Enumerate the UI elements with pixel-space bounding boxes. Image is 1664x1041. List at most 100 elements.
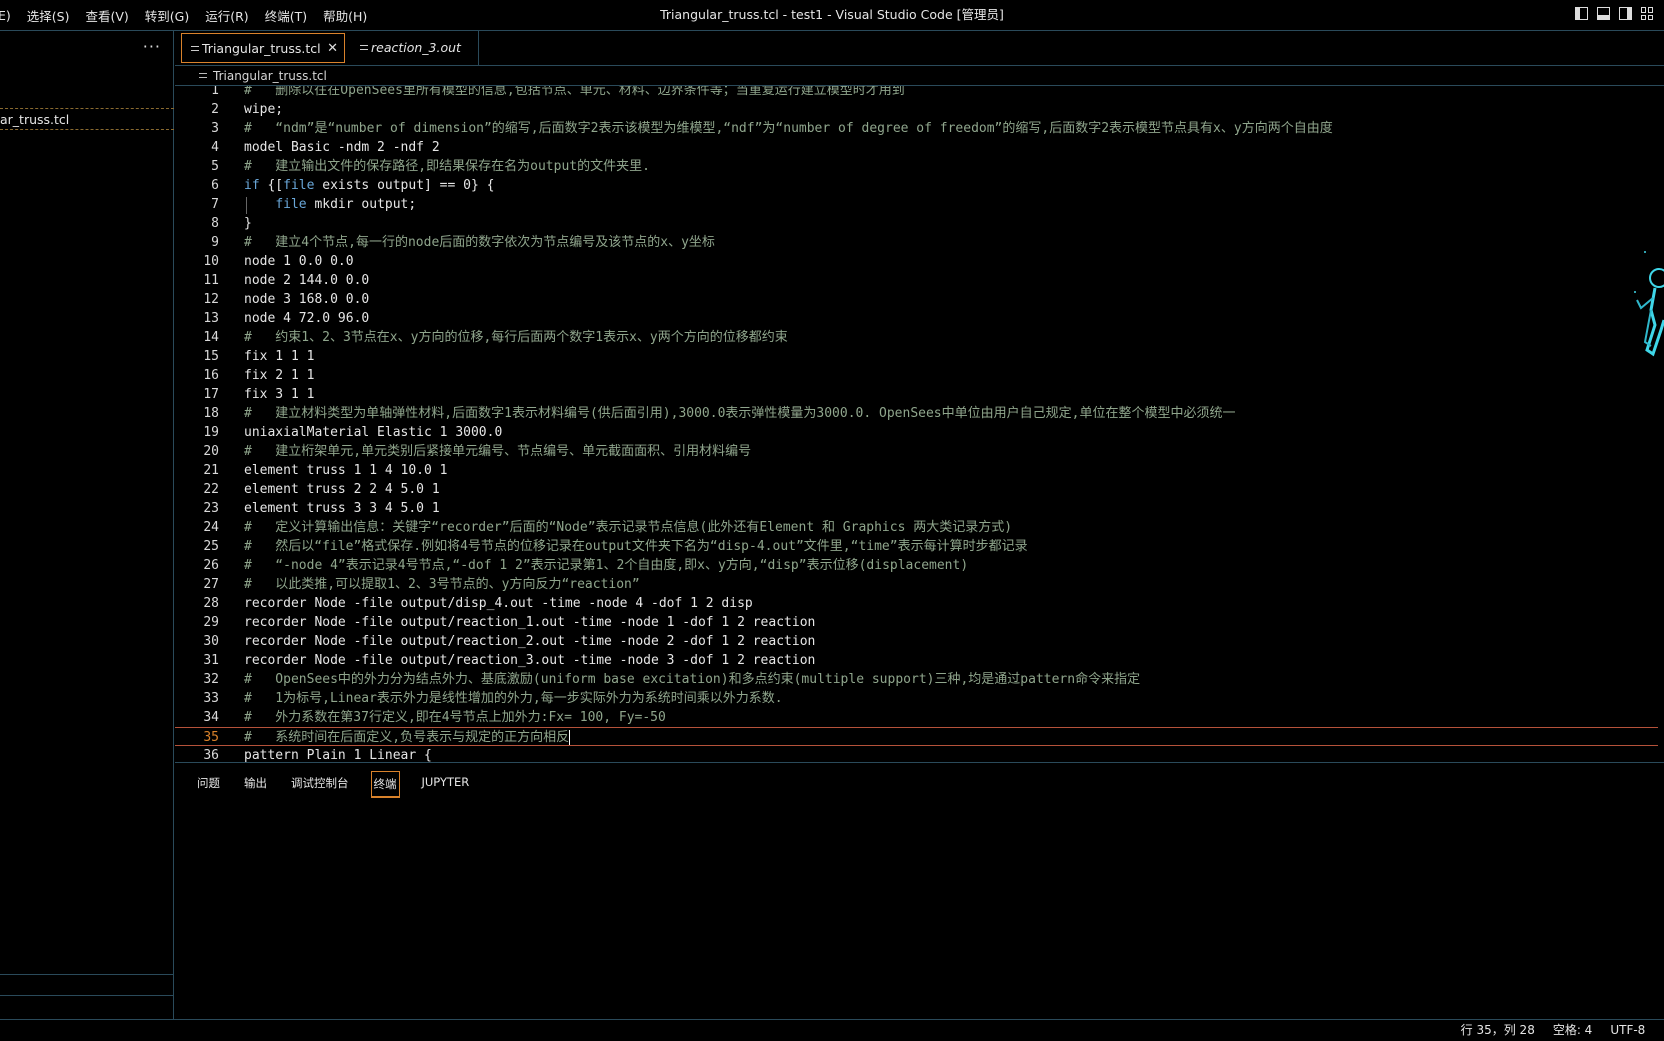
code-text: node 1 0.0 0.0 (244, 254, 354, 269)
code-editor[interactable]: 1 # 删除以往在OpenSees里所有模型的信息,包括节点、单元、材料、边界条件… (175, 86, 1664, 762)
code-line[interactable]: 7 file mkdir output; (175, 195, 1664, 214)
code-line[interactable]: 20 # 建立桁架单元,单元类别后紧接单元编号、节点编号、单元截面面积、引用材料编… (175, 442, 1664, 461)
line-number: 28 (203, 596, 219, 611)
code-line[interactable]: 6 if {[file exists output] == 0} { (175, 176, 1664, 195)
code-text: element truss 2 2 4 5.0 1 (244, 482, 440, 497)
code-line[interactable]: 9 # 建立4个节点,每一行的node后面的数字依次为节点编号及该节点的x、y坐标 (175, 233, 1664, 252)
code-line[interactable]: 15 fix 1 1 1 (175, 347, 1664, 366)
background-character-decoration (1634, 251, 1664, 357)
code-line[interactable]: 36 pattern Plain 1 Linear { (175, 746, 1664, 762)
tab-terminal[interactable]: 终端 (370, 771, 400, 798)
code-text: # 系统时间在后面定义,负号表示与规定的正方向相反 (244, 730, 571, 745)
customize-layout-icon[interactable] (1641, 7, 1654, 20)
line-number: 24 (203, 520, 219, 535)
tab-reaction-3[interactable]: reaction_3.out (351, 31, 479, 65)
menu-go[interactable]: 转到(G) (137, 6, 197, 25)
code-text: # 以此类推,可以提取1、2、3号节点的、y方向反力“reaction” (244, 577, 640, 592)
toggle-primary-sidebar-icon[interactable] (1575, 7, 1588, 20)
code-line[interactable]: 24 # 定义计算输出信息：关键字“recorder”后面的“Node”表示记录节… (175, 518, 1664, 537)
code-text: # 1为标号,Linear表示外力是线性增加的外力,每一步实际外力为系统时间乘以… (244, 691, 783, 706)
code-line[interactable]: 27 # 以此类推,可以提取1、2、3号节点的、y方向反力“reaction” (175, 575, 1664, 594)
line-number: 27 (203, 577, 219, 592)
line-number: 6 (211, 178, 219, 193)
line-number: 36 (203, 748, 219, 762)
layout-controls (1575, 7, 1654, 20)
breadcrumb[interactable]: Triangular_truss.tcl (175, 66, 1664, 86)
code-line[interactable]: 8} (175, 214, 1664, 233)
code-line[interactable]: 25 # 然后以“file”格式保存.例如将4号节点的位移记录在output文件夹… (175, 537, 1664, 556)
code-line[interactable]: 31 recorder Node -file output/reaction_3.… (175, 651, 1664, 670)
code-text: # 建立材料类型为单轴弹性材料,后面数字1表示材料编号(供后面引用),3000.… (244, 406, 1236, 421)
line-number: 12 (203, 292, 219, 307)
code-line[interactable]: 14 # 约束1、2、3节点在x、y方向的位移,每行后面两个数字1表示x、y两个方… (175, 328, 1664, 347)
code-line[interactable]: 29 recorder Node -file output/reaction_1.… (175, 613, 1664, 632)
code-line[interactable]: 33 # 1为标号,Linear表示外力是线性增加的外力,每一步实际外力为系统时间… (175, 689, 1664, 708)
text-cursor (569, 730, 571, 745)
code-line[interactable]: 28 recorder Node -file output/disp_4.out … (175, 594, 1664, 613)
code-text: # 外力系数在第37行定义,即在4号节点上加外力:Fx= 100, Fy=-50 (244, 710, 666, 725)
menu-selection[interactable]: 选择(S) (19, 6, 78, 25)
code-line[interactable]: 21 element truss 1 1 4 10.0 1 (175, 461, 1664, 480)
toggle-panel-icon[interactable] (1597, 7, 1610, 20)
code-text: fix 3 1 1 (244, 387, 315, 402)
tab-label: reaction_3.out (371, 40, 461, 55)
code-text: # 建立输出文件的保存路径,即结果保存在名为output的文件夹里. (244, 159, 650, 174)
line-number: 20 (203, 444, 219, 459)
line-number: 19 (203, 425, 219, 440)
breadcrumb-file[interactable]: Triangular_truss.tcl (199, 69, 327, 83)
code-text: # “ndm”是“number of dimension”的缩写,后面数字2表示… (244, 121, 1333, 136)
code-text: # 然后以“file”格式保存.例如将4号节点的位移记录在output文件夹下名… (244, 539, 1028, 554)
tab-jupyter[interactable]: JUPYTER (420, 771, 472, 798)
line-number: 18 (203, 406, 219, 421)
code-line[interactable]: 32 # OpenSees中的外力分为结点外力、基底激励(uniform base… (175, 670, 1664, 689)
tab-triangular-truss[interactable]: Triangular_truss.tcl ✕ (181, 33, 345, 63)
code-text: fix 2 1 1 (244, 368, 315, 383)
menu-help[interactable]: 帮助(H) (315, 6, 375, 25)
toggle-secondary-sidebar-icon[interactable] (1619, 7, 1632, 20)
line-number: 1 (211, 86, 219, 98)
line-number: 9 (211, 235, 219, 250)
code-line[interactable]: 1 # 删除以往在OpenSees里所有模型的信息,包括节点、单元、材料、边界条件… (175, 86, 1664, 100)
line-number: 21 (203, 463, 219, 478)
code-line[interactable]: 18 # 建立材料类型为单轴弹性材料,后面数字1表示材料编号(供后面引用),300… (175, 404, 1664, 423)
code-line[interactable]: 2 wipe; (175, 100, 1664, 119)
tab-debug-console[interactable]: 调试控制台 (289, 771, 351, 798)
code-line[interactable]: 30 recorder Node -file output/reaction_2.… (175, 632, 1664, 651)
file-icon (191, 45, 199, 53)
code-text: # 约束1、2、3节点在x、y方向的位移,每行后面两个数字1表示x、y两个方向的… (244, 330, 788, 345)
menu-terminal[interactable]: 终端(T) (257, 6, 315, 25)
menu-edit[interactable]: E) (0, 8, 19, 23)
indentation[interactable]: 空格: 4 (1553, 1020, 1593, 1041)
code-line[interactable]: 12 node 3 168.0 0.0 (175, 290, 1664, 309)
code-line[interactable]: 17 fix 3 1 1 (175, 385, 1664, 404)
menu-view[interactable]: 查看(V) (77, 6, 136, 25)
line-number: 30 (203, 634, 219, 649)
tab-output[interactable]: 输出 (242, 771, 269, 798)
code-line[interactable]: 26 # “-node 4”表示记录4号节点,“-dof 1 2”表示记录第1、2… (175, 556, 1664, 575)
code-line[interactable]: 16 fix 2 1 1 (175, 366, 1664, 385)
code-text: # 建立桁架单元,单元类别后紧接单元编号、节点编号、单元截面面积、引用材料编号 (244, 444, 752, 459)
code-line[interactable]: 13 node 4 72.0 96.0 (175, 309, 1664, 328)
code-text: # 删除以往在OpenSees里所有模型的信息,包括节点、单元、材料、边界条件等… (244, 86, 905, 98)
code-line[interactable]: 4 model Basic -ndm 2 -ndf 2 (175, 138, 1664, 157)
line-number: 31 (203, 653, 219, 668)
code-line[interactable]: 11 node 2 144.0 0.0 (175, 271, 1664, 290)
code-line[interactable]: 35 # 系统时间在后面定义,负号表示与规定的正方向相反 (175, 727, 1658, 746)
code-line[interactable]: 34 # 外力系数在第37行定义,即在4号节点上加外力:Fx= 100, Fy=-… (175, 708, 1664, 727)
tab-problems[interactable]: 问题 (195, 771, 222, 798)
explorer-file-item[interactable]: ar_truss.tcl (0, 108, 174, 130)
menu-run[interactable]: 运行(R) (197, 6, 256, 25)
code-line[interactable]: 22 element truss 2 2 4 5.0 1 (175, 480, 1664, 499)
code-line[interactable]: 3 # “ndm”是“number of dimension”的缩写,后面数字2表… (175, 119, 1664, 138)
code-line[interactable]: 5 # 建立输出文件的保存路径,即结果保存在名为output的文件夹里. (175, 157, 1664, 176)
close-icon[interactable]: ✕ (327, 34, 338, 64)
line-number: 3 (211, 121, 219, 136)
code-line[interactable]: 19 uniaxialMaterial Elastic 1 3000.0 (175, 423, 1664, 442)
cursor-position[interactable]: 行 35，列 28 (1461, 1020, 1535, 1041)
more-actions-icon[interactable]: ··· (143, 37, 161, 56)
encoding[interactable]: UTF-8 (1610, 1020, 1645, 1041)
code-text: recorder Node -file output/disp_4.out -t… (244, 596, 753, 611)
line-number: 22 (203, 482, 219, 497)
code-line[interactable]: 23 element truss 3 3 4 5.0 1 (175, 499, 1664, 518)
code-line[interactable]: 10 node 1 0.0 0.0 (175, 252, 1664, 271)
